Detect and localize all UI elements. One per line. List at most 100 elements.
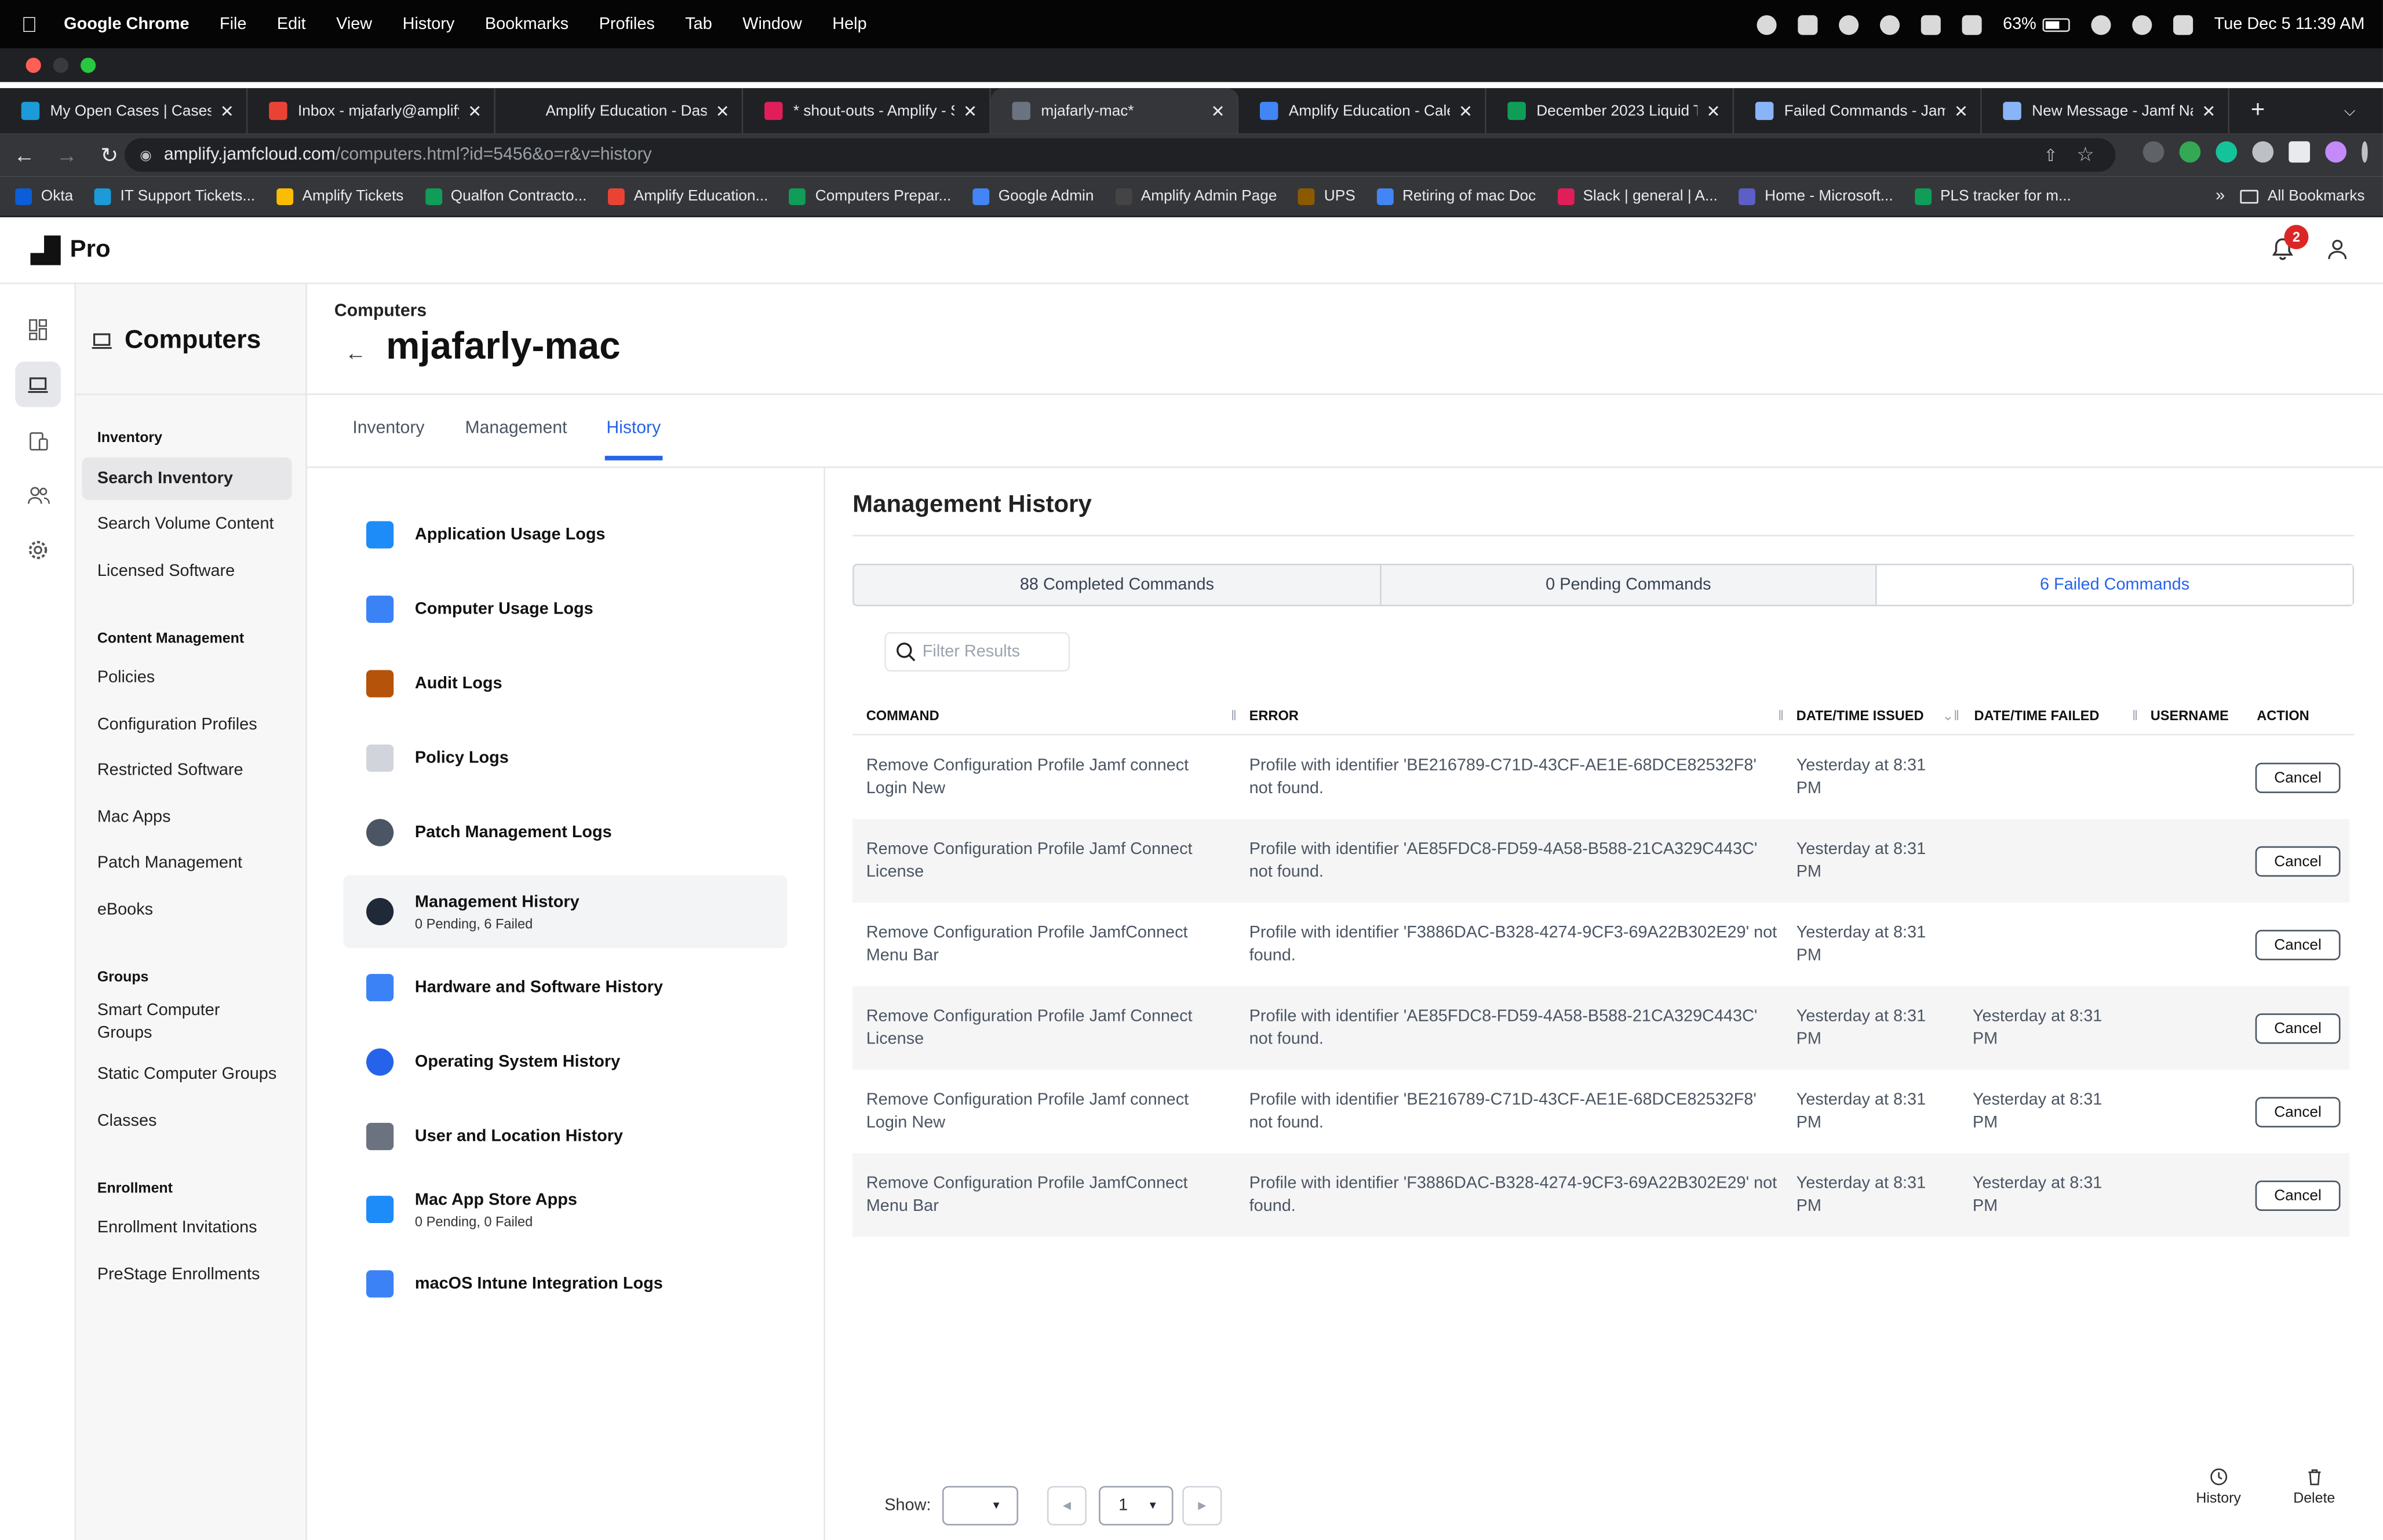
sidenav-item[interactable]: Classes — [82, 1100, 292, 1143]
close-tab-icon[interactable]: ✕ — [963, 101, 977, 121]
log-category[interactable]: Audit Logs — [344, 647, 788, 720]
browser-tab[interactable]: Inbox - mjafarly@amplify ✕ — [247, 88, 495, 134]
log-category[interactable]: macOS Intune Integration Logs — [344, 1247, 788, 1320]
browser-tab[interactable]: Amplify Education - Caler ✕ — [1238, 88, 1486, 134]
grammarly-icon[interactable] — [2216, 141, 2238, 163]
menu-help[interactable]: Help — [832, 15, 866, 33]
screen-share-icon[interactable] — [1798, 14, 1818, 35]
user-icon[interactable] — [2327, 239, 2348, 260]
spotlight-icon[interactable] — [2132, 14, 2152, 35]
close-tab-icon[interactable]: ✕ — [1459, 101, 1473, 121]
kebab-menu-icon[interactable] — [2362, 141, 2368, 163]
page-size-select[interactable]: ▼ — [942, 1486, 1019, 1526]
more-bookmarks-icon[interactable]: » — [2216, 187, 2225, 205]
sidenav-item[interactable]: Mac Apps — [82, 796, 292, 838]
log-category[interactable]: Policy Logs — [344, 722, 788, 795]
bookmark-item[interactable]: Amplify Education... — [608, 187, 768, 205]
close-tab-icon[interactable]: ✕ — [1706, 101, 1720, 121]
browser-tab[interactable]: * shout-outs - Amplify - S ✕ — [743, 88, 991, 134]
sidenav-item[interactable]: Restricted Software — [82, 750, 292, 792]
sidenav-item[interactable]: Enrollment Invitations — [82, 1207, 292, 1249]
log-category[interactable]: Patch Management Logs — [344, 796, 788, 869]
computers-icon[interactable] — [15, 362, 61, 407]
battery-indicator[interactable]: 63% — [2003, 15, 2070, 34]
forward-icon[interactable]: → — [49, 143, 85, 167]
close-window-icon[interactable] — [25, 57, 41, 73]
filter-input[interactable]: Filter Results — [884, 632, 1070, 672]
wifi-icon[interactable] — [2091, 14, 2111, 35]
sidenav-item[interactable]: Search Inventory — [82, 457, 292, 500]
menu-file[interactable]: File — [220, 15, 247, 33]
log-category[interactable]: User and Location History — [344, 1100, 788, 1173]
new-tab-icon[interactable]: + — [2251, 97, 2265, 125]
settings-gear-icon[interactable] — [15, 527, 61, 573]
bookmark-item[interactable]: Amplify Admin Page — [1115, 187, 1277, 205]
menu-app-name[interactable]: Google Chrome — [64, 15, 189, 33]
bookmark-item[interactable]: Okta — [15, 187, 73, 205]
menu-window[interactable]: Window — [742, 15, 802, 33]
log-category[interactable]: Hardware and Software History — [344, 951, 788, 1024]
bookmark-item[interactable]: Google Admin — [972, 187, 1094, 205]
sidenav-item[interactable]: eBooks — [82, 889, 292, 931]
mute-icon[interactable] — [1921, 14, 1941, 35]
bookmark-item[interactable]: Retiring of mac Doc — [1376, 187, 1536, 205]
back-arrow-icon[interactable]: ← — [345, 340, 366, 364]
site-info-icon[interactable]: ◉ — [140, 147, 152, 163]
close-tab-icon[interactable]: ✕ — [1954, 101, 1968, 121]
sidenav-item[interactable]: Licensed Software — [82, 550, 292, 592]
browser-tab[interactable]: My Open Cases | Cases | ✕ — [0, 88, 248, 134]
column-resize-icon[interactable]: ‖ — [2132, 708, 2138, 723]
menu-edit[interactable]: Edit — [277, 15, 306, 33]
reload-icon[interactable]: ↻ — [91, 142, 127, 168]
share-icon[interactable]: ⇧ — [2044, 145, 2058, 165]
log-category[interactable]: Mac App Store Apps 0 Pending, 0 Failed — [344, 1173, 788, 1246]
cancel-button[interactable]: Cancel — [2255, 846, 2341, 877]
column-resize-icon[interactable]: ‖ — [1231, 708, 1237, 723]
close-tab-icon[interactable]: ✕ — [220, 101, 234, 121]
browser-tab[interactable]: December 2023 Liquid Te ✕ — [1486, 88, 1735, 134]
tab-history[interactable]: History — [604, 419, 662, 461]
col-error[interactable]: ERROR — [1249, 708, 1299, 723]
back-icon[interactable]: ← — [6, 143, 42, 167]
browser-tab[interactable]: Amplify Education - Dash ✕ — [495, 88, 744, 134]
cancel-button[interactable]: Cancel — [2255, 1180, 2341, 1211]
cancel-button[interactable]: Cancel — [2255, 762, 2341, 793]
users-icon[interactable] — [15, 473, 61, 519]
sidenav-item[interactable]: PreStage Enrollments — [82, 1253, 292, 1296]
clock[interactable]: Tue Dec 5 11:39 AM — [2214, 15, 2365, 33]
browser-tab[interactable]: Failed Commands - Jamf ✕ — [1734, 88, 1982, 134]
vpn-icon[interactable] — [1838, 14, 1859, 35]
bookmark-item[interactable]: Slack | general | A... — [1557, 187, 1718, 205]
apple-icon[interactable]:  — [21, 12, 49, 37]
tab-pending-commands[interactable]: 0 Pending Commands — [1382, 565, 1877, 605]
cancel-button[interactable]: Cancel — [2255, 1097, 2341, 1127]
prev-page-button[interactable]: ◀ — [1047, 1486, 1087, 1526]
menu-view[interactable]: View — [336, 15, 372, 33]
bookmark-item[interactable]: IT Support Tickets... — [94, 187, 255, 205]
tab-management[interactable]: Management — [465, 419, 567, 437]
log-category[interactable]: Operating System History — [344, 1026, 788, 1099]
log-category[interactable]: Application Usage Logs — [344, 498, 788, 571]
bookmark-star-icon[interactable]: ☆ — [2076, 143, 2094, 167]
next-page-button[interactable]: ▶ — [1182, 1486, 1222, 1526]
menu-tab[interactable]: Tab — [685, 15, 712, 33]
bookmark-item[interactable]: PLS tracker for m... — [1914, 187, 2071, 205]
close-tab-icon[interactable]: ✕ — [2202, 101, 2216, 121]
bookmark-item[interactable]: Home - Microsoft... — [1739, 187, 1893, 205]
sidenav-item[interactable]: Smart Computer Groups — [82, 996, 249, 1048]
globe-icon[interactable] — [1757, 14, 1777, 35]
sidenav-item[interactable]: Policies — [82, 657, 292, 699]
tab-failed-commands[interactable]: 6 Failed Commands — [1876, 565, 2353, 605]
cancel-button[interactable]: Cancel — [2255, 1013, 2341, 1044]
close-tab-icon[interactable]: ✕ — [1211, 101, 1225, 121]
log-category[interactable]: Computer Usage Logs — [344, 573, 788, 646]
log-category[interactable]: Management History 0 Pending, 6 Failed — [343, 875, 788, 948]
sort-desc-icon[interactable]: ⌄‖ — [1942, 708, 1959, 725]
all-bookmarks[interactable]: All Bookmarks — [2240, 188, 2364, 205]
side-panel-icon[interactable] — [2289, 141, 2311, 163]
dashboard-icon[interactable] — [15, 307, 61, 353]
col-username[interactable]: USERNAME — [2151, 708, 2229, 723]
extension-icon[interactable] — [2179, 141, 2201, 163]
zoom-window-icon[interactable] — [80, 57, 96, 73]
cancel-button[interactable]: Cancel — [2255, 929, 2341, 961]
